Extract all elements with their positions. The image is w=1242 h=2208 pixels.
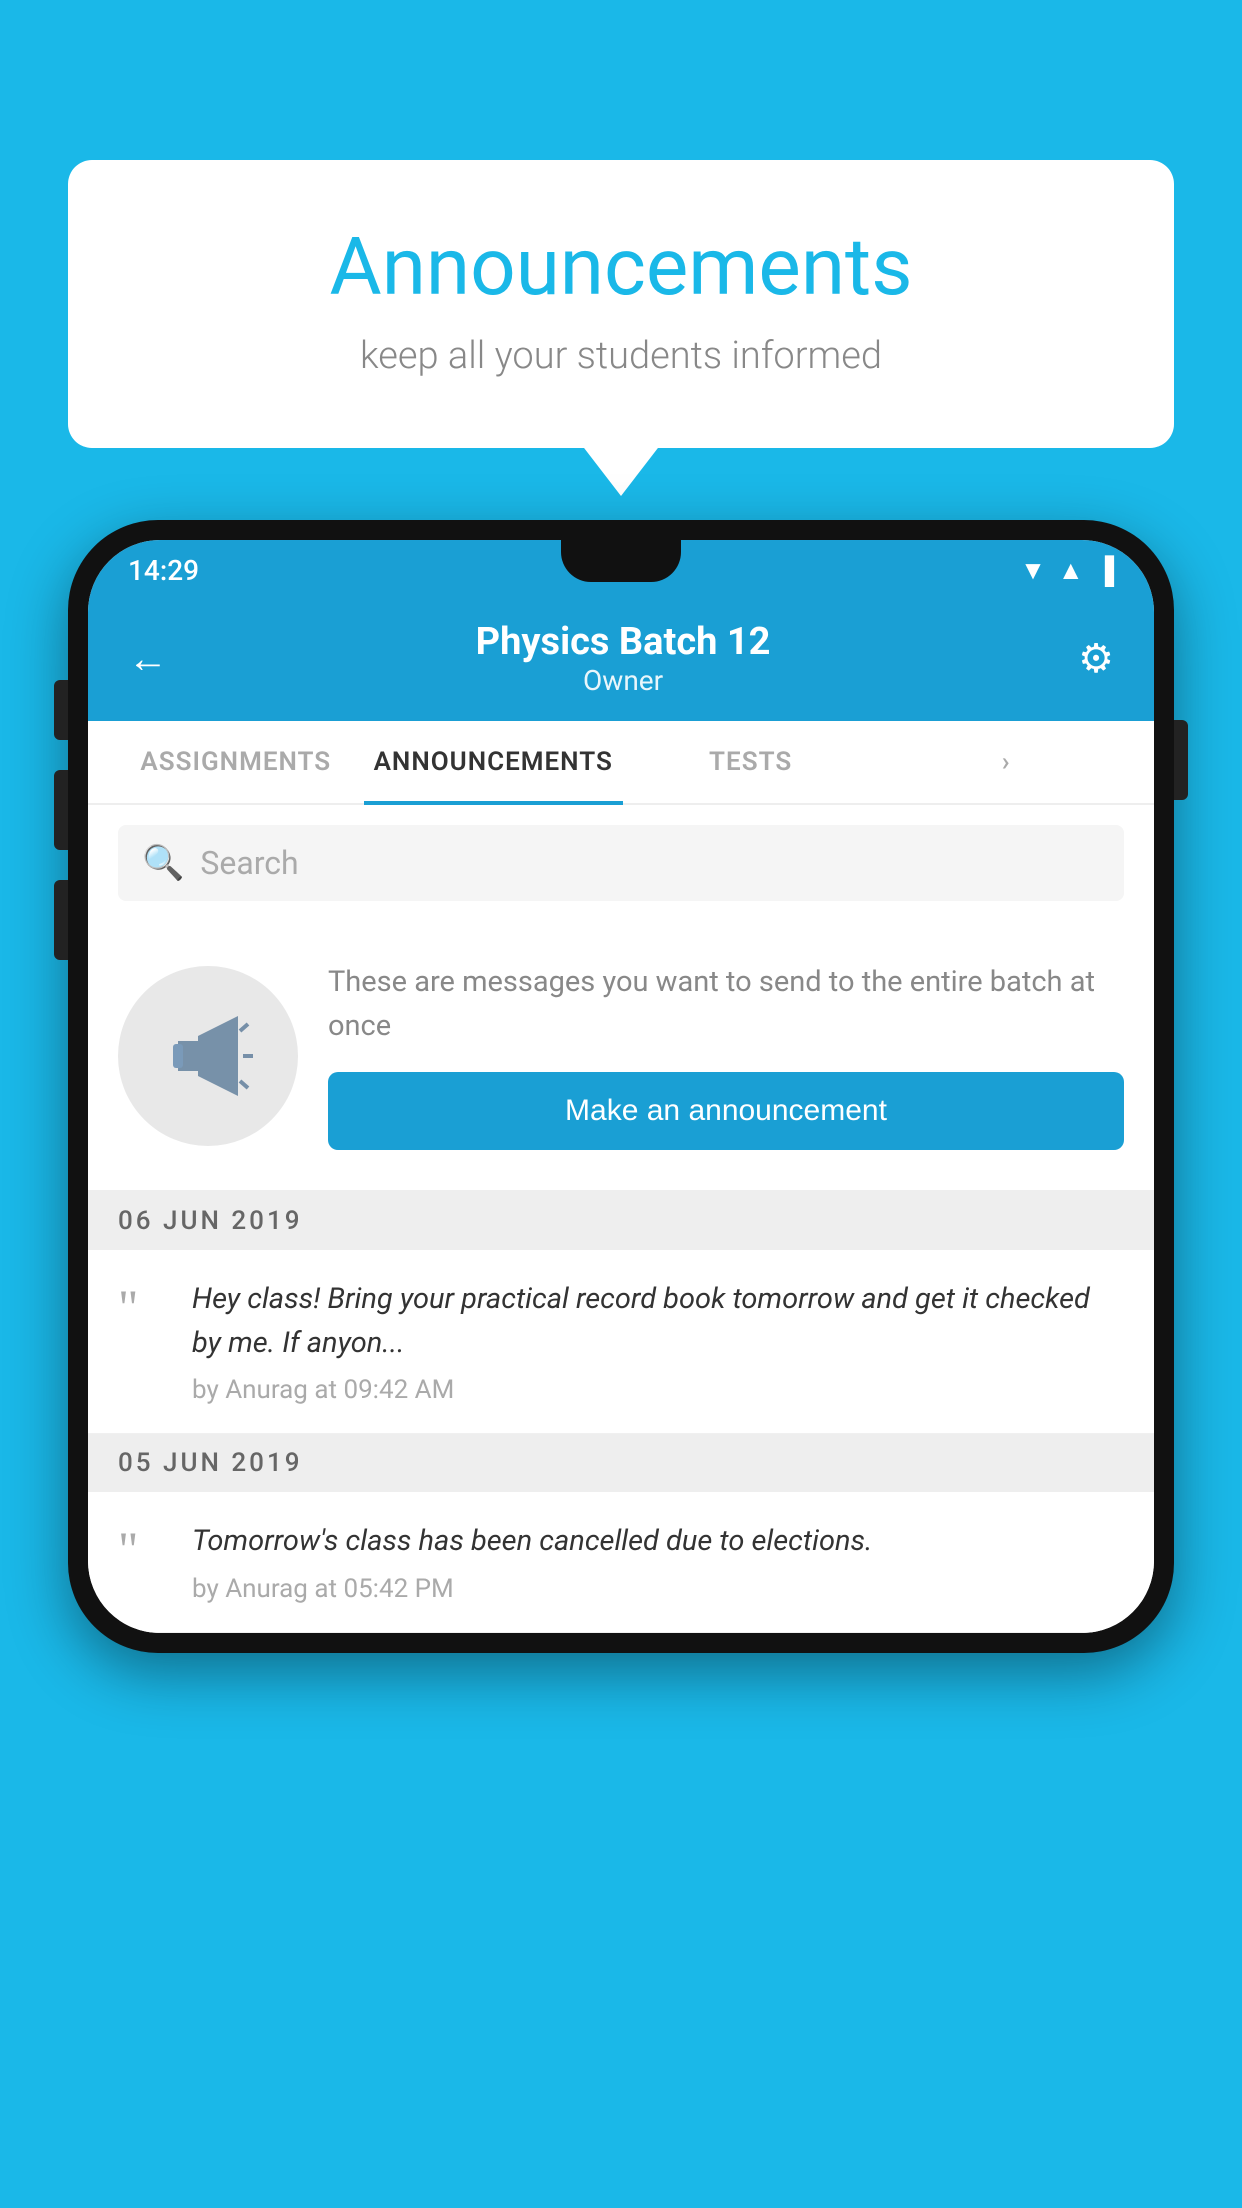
promo-content: These are messages you want to send to t… — [328, 961, 1124, 1150]
announcement-meta-2: by Anurag at 05:42 PM — [192, 1574, 872, 1604]
phone-notch — [561, 540, 681, 582]
status-icons: ▼ ▲ ▐ — [1020, 555, 1114, 586]
status-bar: 14:29 ▼ ▲ ▐ — [88, 540, 1154, 600]
announcement-text-1: Hey class! Bring your practical record b… — [192, 1278, 1124, 1365]
silent-button — [54, 880, 68, 960]
signal-icon: ▲ — [1058, 555, 1084, 586]
make-announcement-button[interactable]: Make an announcement — [328, 1072, 1124, 1150]
power-button — [1174, 720, 1188, 800]
announcement-meta-1: by Anurag at 09:42 AM — [192, 1375, 1124, 1405]
volume-up-button — [54, 680, 68, 740]
search-container: 🔍 Search — [88, 805, 1154, 921]
phone-frame: 14:29 ▼ ▲ ▐ ← Physics Batch 12 Owner ⚙ — [68, 520, 1174, 1653]
header-subtitle: Owner — [476, 664, 771, 697]
volume-down-button — [54, 770, 68, 850]
app-header: ← Physics Batch 12 Owner ⚙ — [88, 600, 1154, 721]
settings-button[interactable]: ⚙ — [1078, 635, 1114, 682]
speech-bubble-wrapper: Announcements keep all your students inf… — [68, 160, 1174, 448]
quote-icon-1: " — [118, 1282, 168, 1332]
tabs-bar: ASSIGNMENTS ANNOUNCEMENTS TESTS › — [88, 721, 1154, 805]
promo-section: These are messages you want to send to t… — [88, 921, 1154, 1192]
search-bar[interactable]: 🔍 Search — [118, 825, 1124, 901]
battery-icon: ▐ — [1096, 555, 1114, 586]
announcement-item-2[interactable]: " Tomorrow's class has been cancelled du… — [88, 1492, 1154, 1633]
announcement-content-2: Tomorrow's class has been cancelled due … — [192, 1520, 872, 1604]
back-button[interactable]: ← — [128, 635, 168, 682]
tab-assignments[interactable]: ASSIGNMENTS — [108, 721, 364, 803]
date-separator-1: 06 JUN 2019 — [88, 1192, 1154, 1250]
quote-icon-2: " — [118, 1524, 168, 1574]
announcement-content-1: Hey class! Bring your practical record b… — [192, 1278, 1124, 1405]
search-icon: 🔍 — [142, 843, 184, 883]
bubble-subtitle: keep all your students informed — [148, 334, 1094, 378]
tab-announcements[interactable]: ANNOUNCEMENTS — [364, 721, 623, 803]
speech-bubble: Announcements keep all your students inf… — [68, 160, 1174, 448]
bubble-title: Announcements — [148, 220, 1094, 314]
promo-icon-circle — [118, 966, 298, 1146]
announcement-item-1[interactable]: " Hey class! Bring your practical record… — [88, 1250, 1154, 1434]
tab-tests[interactable]: TESTS — [623, 721, 879, 803]
promo-description: These are messages you want to send to t… — [328, 961, 1124, 1048]
status-time: 14:29 — [128, 554, 199, 587]
phone-screen: 14:29 ▼ ▲ ▐ ← Physics Batch 12 Owner ⚙ — [88, 540, 1154, 1633]
header-center: Physics Batch 12 Owner — [476, 620, 771, 697]
tab-more[interactable]: › — [878, 721, 1134, 803]
header-title: Physics Batch 12 — [476, 620, 771, 664]
search-input[interactable]: Search — [200, 844, 298, 882]
date-separator-2: 05 JUN 2019 — [88, 1434, 1154, 1492]
phone-wrapper: 14:29 ▼ ▲ ▐ ← Physics Batch 12 Owner ⚙ — [68, 520, 1174, 1653]
wifi-icon: ▼ — [1020, 555, 1046, 586]
megaphone-icon — [158, 1006, 258, 1106]
announcement-text-2: Tomorrow's class has been cancelled due … — [192, 1520, 872, 1564]
